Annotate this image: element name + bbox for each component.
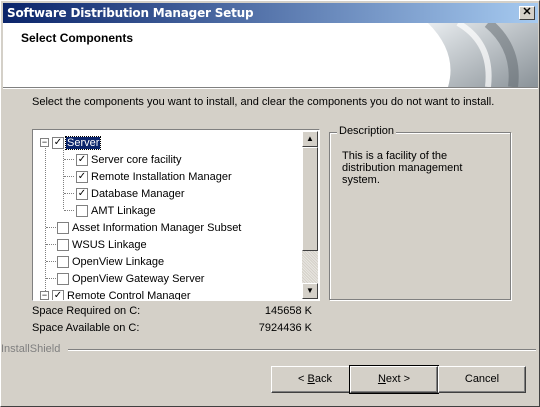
tree-item[interactable]: − ✓ Remote Control Manager <box>40 287 192 301</box>
space-available-label: Space Available on C: <box>32 322 140 334</box>
component-checkbox[interactable]: ✓ <box>52 136 64 149</box>
header-panel: Select Components <box>3 23 538 87</box>
tree-item[interactable]: − ✓ Server <box>40 134 102 151</box>
component-label: WSUS Linkage <box>72 238 147 251</box>
tree-item[interactable]: ✓ Database Manager <box>76 185 186 202</box>
scroll-thumb[interactable] <box>302 147 318 251</box>
back-accel: B <box>307 373 315 385</box>
tree-item[interactable]: Asset Information Manager Subset <box>57 219 242 236</box>
instruction-text: Select the components you want to instal… <box>32 96 495 108</box>
page-title: Select Components <box>21 31 134 45</box>
component-label: Server <box>64 135 102 150</box>
back-button[interactable]: < Back <box>271 366 359 393</box>
footer-divider <box>68 349 536 351</box>
description-legend: Description <box>337 125 397 137</box>
next-rest: ext > <box>385 373 411 385</box>
component-checkbox[interactable] <box>57 238 69 251</box>
space-available-value: 7924436 K <box>258 322 312 334</box>
space-required-value: 145658 K <box>264 305 312 317</box>
tree-line <box>46 227 56 228</box>
description-text: This is a facility of the distribution m… <box>342 150 463 186</box>
component-label: Remote Control Manager <box>67 289 191 301</box>
cancel-label: Cancel <box>464 373 500 385</box>
arrow-up-icon: ▲ <box>306 134 314 143</box>
tree-line <box>64 159 74 160</box>
tree-line <box>46 278 56 279</box>
component-label: Server core facility <box>91 153 182 166</box>
component-label: Database Manager <box>91 187 185 200</box>
tree-item[interactable]: AMT Linkage <box>76 202 157 219</box>
tree-item[interactable]: ✓ Server core facility <box>76 151 182 168</box>
next-button[interactable]: Next > <box>349 365 439 394</box>
component-checkbox[interactable] <box>57 221 69 234</box>
tree-item[interactable]: ✓ Remote Installation Manager <box>76 168 233 185</box>
close-icon: ✕ <box>522 6 532 18</box>
component-checkbox[interactable]: ✓ <box>76 153 88 166</box>
space-required-row: Space Required on C: 145658 K <box>32 305 312 319</box>
component-checkbox[interactable] <box>76 204 88 217</box>
tree-line <box>64 210 74 211</box>
tree-line <box>63 145 64 209</box>
tree-item[interactable]: WSUS Linkage <box>57 236 148 253</box>
title-bar[interactable]: Software Distribution Manager Setup ✕ <box>3 3 538 23</box>
header-graphic <box>428 23 538 87</box>
tree-line <box>64 176 74 177</box>
component-checkbox[interactable] <box>57 255 69 268</box>
description-group: Description This is a facility of the di… <box>329 125 511 300</box>
tree-line <box>46 244 56 245</box>
next-accel: N <box>377 373 386 385</box>
component-label: Asset Information Manager Subset <box>72 221 242 234</box>
back-rest: ack <box>314 373 332 385</box>
collapse-icon[interactable]: − <box>40 291 49 300</box>
component-checkbox[interactable]: ✓ <box>76 187 88 200</box>
back-prefix: < <box>298 373 308 385</box>
tree-line <box>45 145 46 293</box>
component-checkbox[interactable]: ✓ <box>52 289 64 300</box>
component-label: OpenView Gateway Server <box>72 272 205 285</box>
tree-item[interactable]: OpenView Gateway Server <box>57 270 205 287</box>
component-checkbox[interactable] <box>57 272 69 285</box>
setup-dialog: Software Distribution Manager Setup ✕ Se… <box>0 0 540 407</box>
component-label: AMT Linkage <box>91 204 156 217</box>
component-label: OpenView Linkage <box>72 255 165 268</box>
component-label: Remote Installation Manager <box>91 170 232 183</box>
space-available-row: Space Available on C: 7924436 K <box>32 322 312 336</box>
tree-line <box>46 261 56 262</box>
scroll-down-button[interactable]: ▼ <box>302 283 318 299</box>
header-divider <box>3 87 538 89</box>
space-required-label: Space Required on C: <box>32 305 141 317</box>
component-tree[interactable]: − ✓ Server ✓ Server core facility ✓ Remote Ins… <box>32 129 320 301</box>
window-title: Software Distribution Manager Setup <box>7 6 254 20</box>
arrow-down-icon: ▼ <box>306 286 314 295</box>
tree-scrollbar[interactable]: ▲ ▼ <box>302 131 318 299</box>
cancel-button[interactable]: Cancel <box>438 366 526 393</box>
collapse-icon[interactable]: − <box>40 138 49 147</box>
installshield-brand: InstallShield <box>1 343 61 355</box>
tree-item[interactable]: OpenView Linkage <box>57 253 165 270</box>
close-button[interactable]: ✕ <box>519 6 535 20</box>
component-checkbox[interactable]: ✓ <box>76 170 88 183</box>
component-tree-items: − ✓ Server ✓ Server core facility ✓ Remote Ins… <box>34 131 304 301</box>
scroll-up-button[interactable]: ▲ <box>302 131 318 147</box>
tree-line <box>64 193 74 194</box>
